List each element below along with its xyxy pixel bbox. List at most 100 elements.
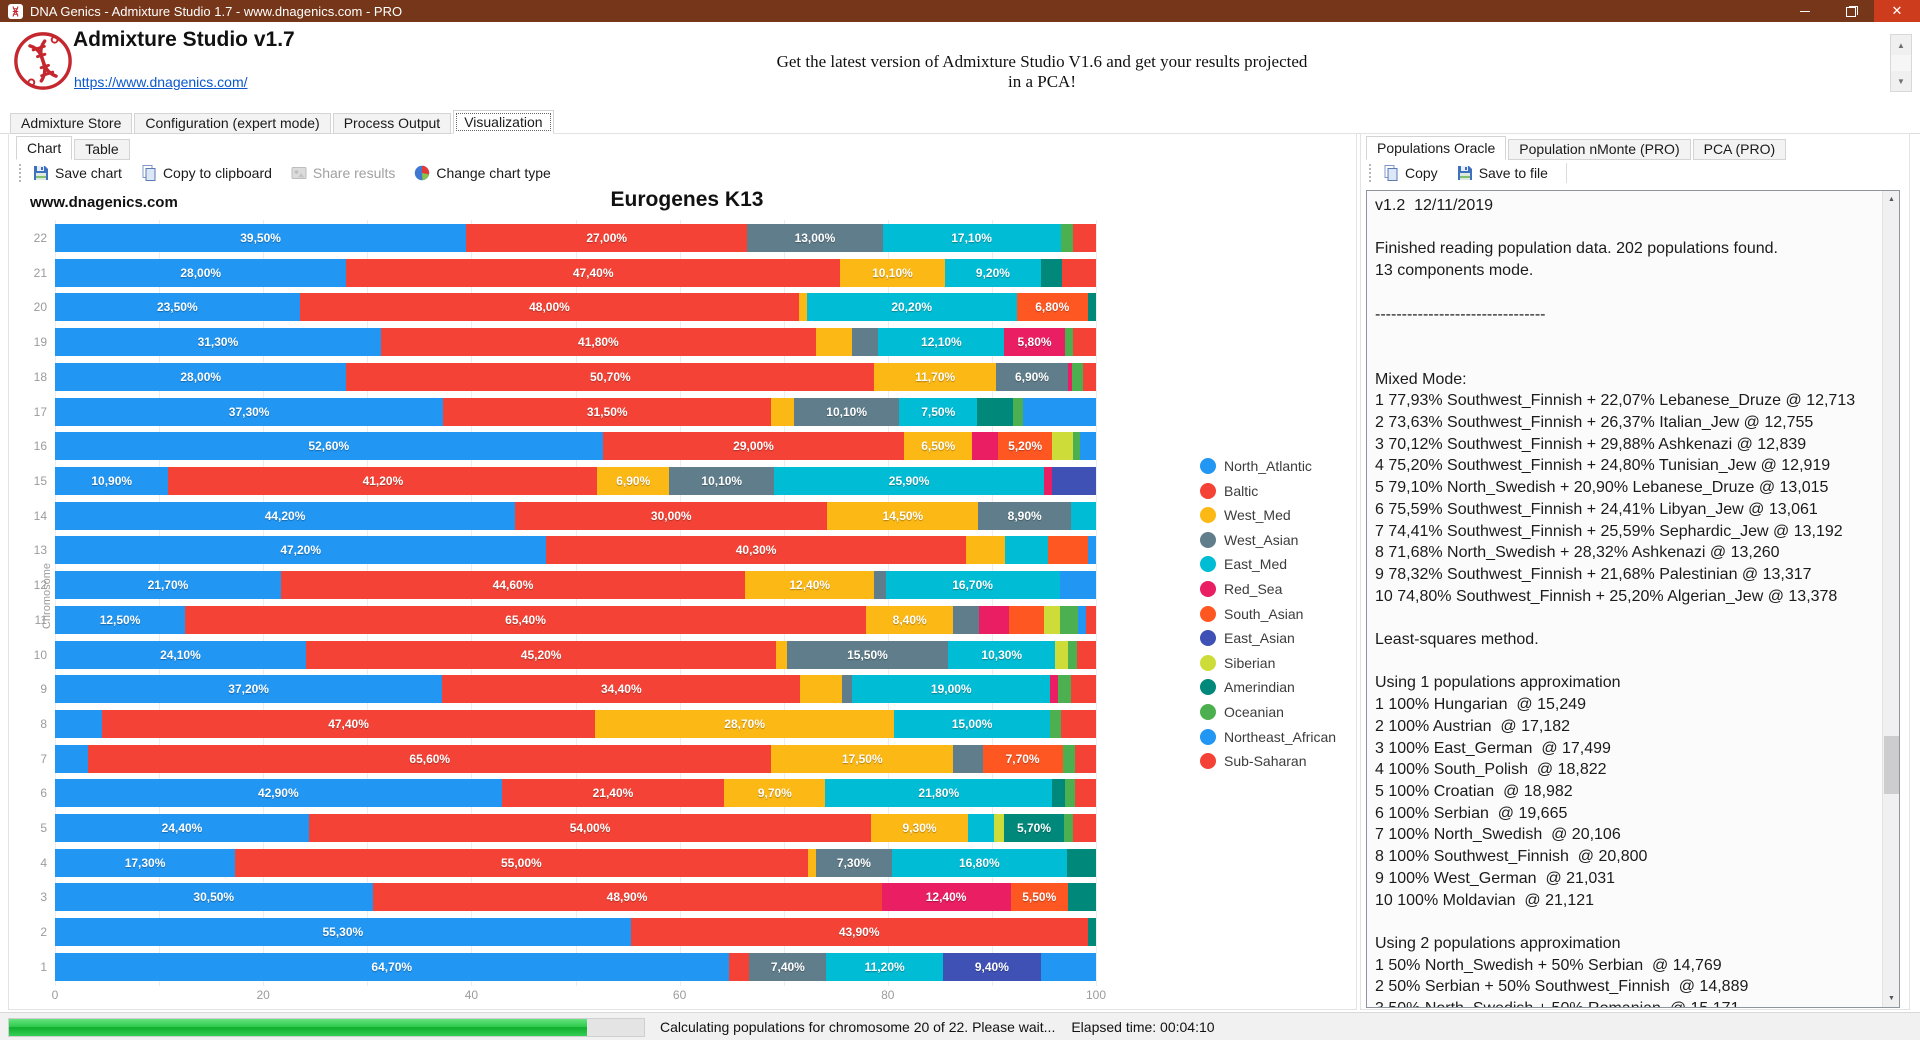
bar-segment-amerindian: 5,70%: [1004, 814, 1063, 842]
bar-value-label: 37,30%: [229, 405, 270, 419]
chromosome-tick-label: 3: [40, 883, 47, 911]
bar-value-label: 54,00%: [570, 821, 611, 835]
tab-process-output[interactable]: Process Output: [333, 113, 452, 134]
header-scrollbar[interactable]: ▲ ▼: [1890, 34, 1912, 92]
toolbar-grip[interactable]: [18, 164, 22, 182]
bar-value-label: 47,40%: [328, 717, 369, 731]
tab-populations-oracle[interactable]: Populations Oracle: [1366, 136, 1506, 160]
chart-row-chr5: 524,40%54,00%9,30%5,70%: [55, 814, 1096, 842]
bar-value-label: 44,20%: [265, 509, 306, 523]
app-icon: [8, 4, 23, 19]
scrollbar-thumb[interactable]: [1884, 736, 1899, 794]
bar-segment-east-med: 16,80%: [892, 849, 1067, 877]
oracle-output-text[interactable]: v1.2 12/11/2019 Finished reading populat…: [1367, 191, 1882, 1007]
bar-value-label: 11,70%: [915, 370, 955, 384]
bar-segment-west-asian: 7,30%: [816, 849, 892, 877]
bar-value-label: 17,30%: [125, 856, 166, 870]
minimize-button[interactable]: [1782, 0, 1828, 22]
x-axis-tick-label: 100: [1086, 988, 1106, 1002]
legend-label: West_Asian: [1224, 532, 1298, 548]
bar-value-label: 55,00%: [501, 856, 542, 870]
titlebar[interactable]: DNA Genics - Admixture Studio 1.7 - www.…: [0, 0, 1920, 22]
bar-segment-baltic: 47,40%: [346, 259, 839, 287]
legend-item-siberian: Siberian: [1200, 651, 1275, 675]
floppy-disk-icon: [32, 164, 50, 182]
bar-value-label: 43,90%: [839, 925, 880, 939]
chart-row-chr16: 1652,60%29,00%6,50%5,20%: [55, 432, 1096, 460]
legend-label: Oceanian: [1224, 704, 1284, 720]
bar-segment-north-atlantic: 52,60%: [55, 432, 603, 460]
dnagenics-logo: [12, 30, 74, 92]
bar-value-label: 42,90%: [258, 786, 299, 800]
tab-pca-pro[interactable]: PCA (PRO): [1693, 139, 1787, 160]
bar-value-label: 45,20%: [521, 648, 562, 662]
bar-segment-north-atlantic: 39,50%: [55, 224, 466, 252]
scroll-up-icon[interactable]: ▲: [1883, 191, 1900, 208]
bar-segment-west-med: 17,50%: [771, 745, 953, 773]
bar-segment-baltic: 54,00%: [309, 814, 871, 842]
subtab-chart[interactable]: Chart: [16, 136, 72, 160]
copy-label: Copy: [1405, 165, 1438, 181]
tab-configuration-expert-mode[interactable]: Configuration (expert mode): [134, 113, 330, 134]
chromosome-tick-label: 19: [34, 328, 47, 356]
bar-segment-north-atlantic: 44,20%: [55, 502, 515, 530]
chromosome-tick-label: 17: [34, 398, 47, 426]
bar-value-label: 10,90%: [91, 474, 132, 488]
legend-color-dot: [1200, 458, 1216, 474]
window-controls: ✕: [1782, 0, 1920, 22]
bar-segment-east-med: 19,00%: [852, 675, 1050, 703]
oracle-output-box[interactable]: v1.2 12/11/2019 Finished reading populat…: [1366, 190, 1900, 1008]
chart-row-chr8: 847,40%28,70%15,00%: [55, 710, 1096, 738]
bar-segment-west-med: 9,30%: [871, 814, 968, 842]
chart-title: Eurogenes K13: [611, 188, 764, 212]
bar-segment-red-sea: [972, 432, 998, 460]
bar-value-label: 12,40%: [926, 890, 967, 904]
tab-visualization[interactable]: Visualization: [453, 110, 553, 134]
chart-row-chr11: 1112,50%65,40%8,40%: [55, 606, 1096, 634]
chart-row-chr9: 937,20%34,40%19,00%: [55, 675, 1096, 703]
bar-segment-west-asian: 10,10%: [794, 398, 899, 426]
bar-segment-east-asian: [1052, 467, 1096, 495]
bar-segment-siberian: [1044, 606, 1060, 634]
website-link[interactable]: https://www.dnagenics.com/: [74, 74, 248, 90]
tab-population-nmonte-pro[interactable]: Population nMonte (PRO): [1508, 139, 1690, 160]
share-results-icon: [290, 164, 308, 182]
tab-admixture-store[interactable]: Admixture Store: [10, 113, 132, 134]
bar-value-label: 41,20%: [363, 474, 404, 488]
oracle-scrollbar[interactable]: ▲ ▼: [1882, 191, 1899, 1007]
copy-to-clipboard-button[interactable]: Copy to clipboard: [140, 164, 272, 182]
bar-value-label: 15,00%: [952, 717, 993, 731]
bar-segment-amerindian: [1052, 779, 1064, 807]
close-button[interactable]: ✕: [1874, 0, 1920, 22]
subtab-table[interactable]: Table: [74, 139, 129, 160]
chromosome-tick-label: 11: [35, 606, 47, 634]
change-chart-type-button[interactable]: Change chart type: [413, 164, 550, 182]
save-chart-button[interactable]: Save chart: [32, 164, 122, 182]
share-results-button[interactable]: Share results: [290, 164, 395, 182]
copy-button[interactable]: Copy: [1382, 164, 1438, 182]
chromosome-tick-label: 20: [34, 293, 47, 321]
bar-segment-sub-saharan: [1073, 224, 1096, 252]
floppy-disk-icon: [1456, 164, 1474, 182]
chart-row-chr21: 2128,00%47,40%10,10%9,20%: [55, 259, 1096, 287]
chart-row-chr14: 1444,20%30,00%14,50%8,90%: [55, 502, 1096, 530]
x-axis-tick-label: 80: [881, 988, 894, 1002]
bar-value-label: 55,30%: [322, 925, 363, 939]
toolbar-grip[interactable]: [1368, 164, 1372, 182]
bar-segment-west-med: [776, 641, 786, 669]
save-to-file-button[interactable]: Save to file: [1456, 164, 1548, 182]
bar-value-label: 11,20%: [865, 960, 905, 974]
scroll-down-icon[interactable]: ▼: [1891, 71, 1911, 91]
bar-segment-west-asian: [953, 745, 982, 773]
bar-segment-south-asian: 5,50%: [1011, 883, 1068, 911]
bar-segment-east-med: 12,10%: [878, 328, 1004, 356]
maximize-button[interactable]: [1828, 0, 1874, 22]
bar-segment-oceanian: [1068, 641, 1077, 669]
scroll-up-icon[interactable]: ▲: [1891, 35, 1911, 55]
legend-color-dot: [1200, 704, 1216, 720]
chart-row-chr7: 765,60%17,50%7,70%: [55, 745, 1096, 773]
legend-label: West_Med: [1224, 507, 1291, 523]
bar-value-label: 9,40%: [975, 960, 1009, 974]
scroll-down-icon[interactable]: ▼: [1883, 990, 1900, 1007]
bar-value-label: 6,90%: [616, 474, 650, 488]
